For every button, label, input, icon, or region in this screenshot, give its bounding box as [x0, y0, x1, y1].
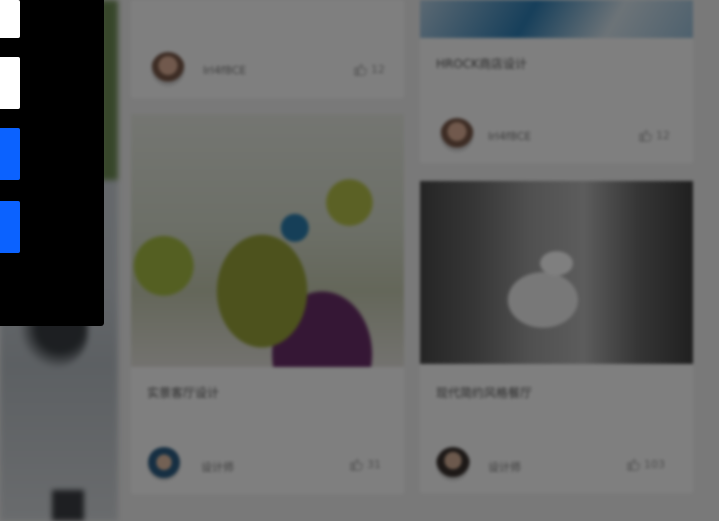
menu-button-1[interactable]	[0, 0, 20, 38]
modal-overlay[interactable]	[0, 0, 719, 521]
popup-menu	[0, 0, 104, 326]
menu-button-2[interactable]	[0, 57, 20, 109]
menu-button-3[interactable]	[0, 128, 20, 180]
menu-button-4[interactable]	[0, 201, 20, 253]
